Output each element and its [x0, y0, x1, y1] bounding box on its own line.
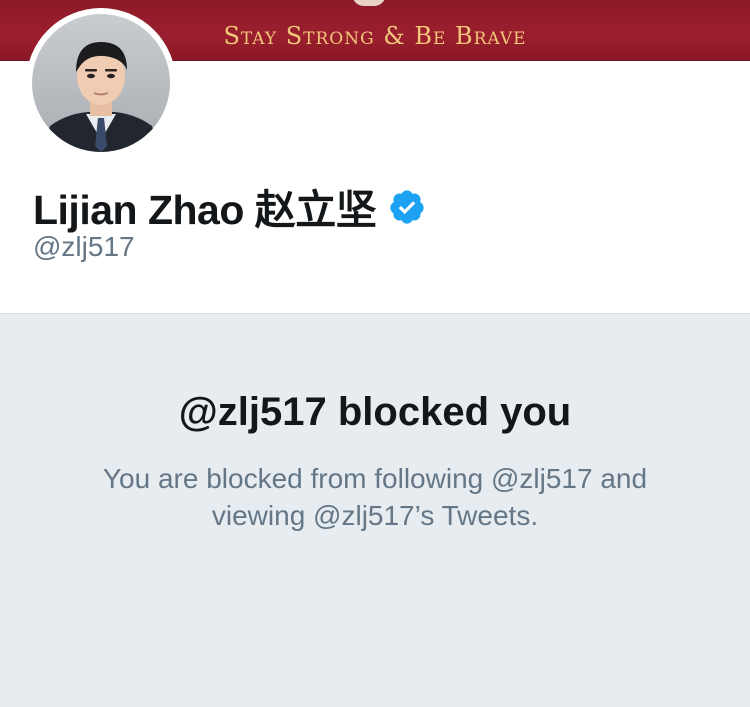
verified-badge-icon — [388, 188, 426, 226]
banner-ornament — [352, 0, 386, 6]
avatar-photo — [32, 14, 170, 152]
blocked-title: @zlj517 blocked you — [178, 390, 572, 434]
profile-handle: @zlj517 — [33, 231, 135, 262]
blocked-message-panel: @zlj517 blocked you You are blocked from… — [0, 313, 750, 707]
display-name-text: Lijian Zhao 赵立坚 — [33, 187, 377, 233]
avatar[interactable] — [26, 8, 176, 158]
blocked-description: You are blocked from following @zlj517 a… — [102, 463, 648, 531]
profile-display-name: Lijian Zhao 赵立坚 — [33, 176, 426, 236]
